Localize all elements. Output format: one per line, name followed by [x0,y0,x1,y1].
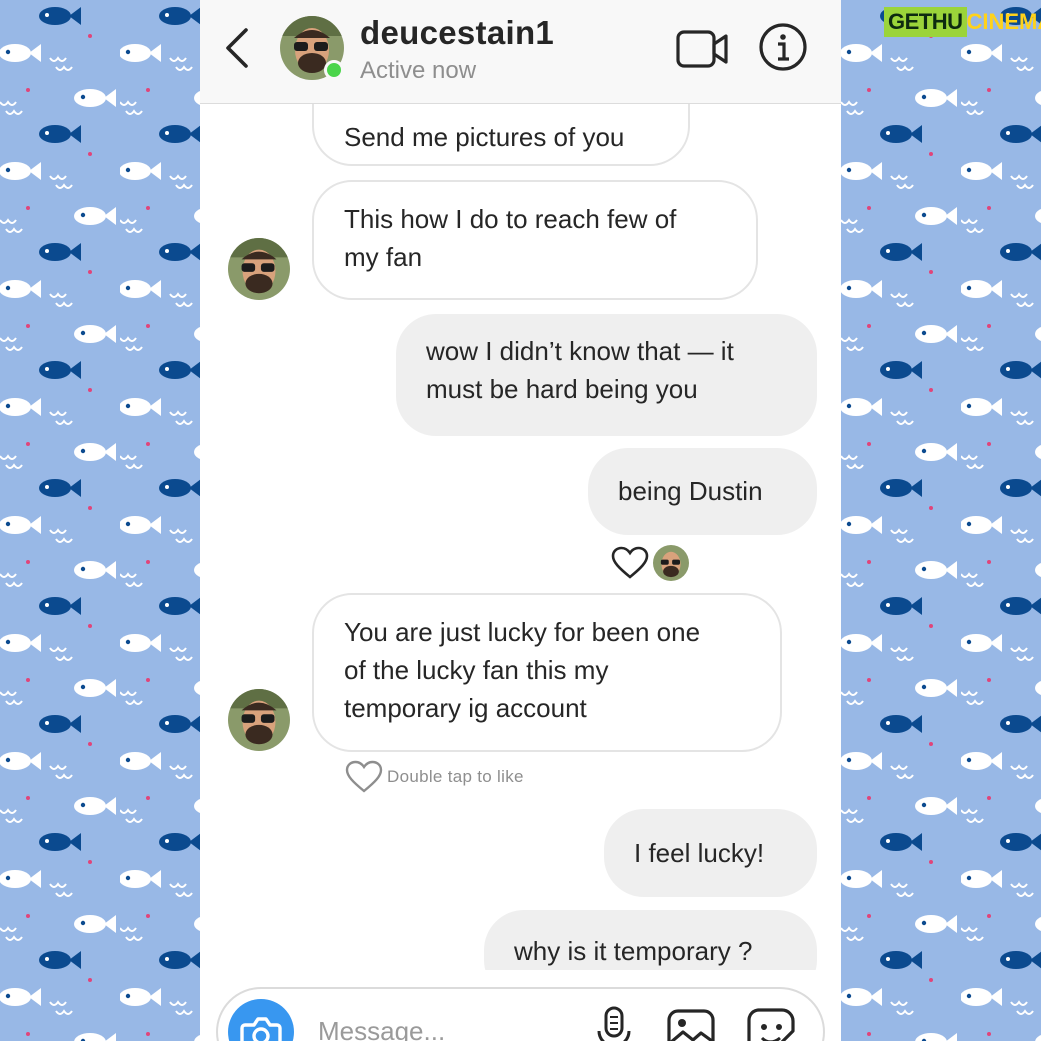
message-line: my fan [344,242,423,272]
message-line: must be hard being you [426,374,698,404]
message-bubble-received[interactable]: You are just lucky for been one of the l… [312,593,782,752]
background-pattern-left [0,0,200,1041]
message-bubble-sent[interactable]: why is it temporary ? [484,910,817,970]
double-tap-hint: Double tap to like [345,760,524,794]
sticker-icon[interactable] [746,1005,798,1041]
microphone-icon[interactable] [594,1005,634,1041]
message-input[interactable] [318,1011,578,1041]
message-bubble-sent[interactable]: being Dustin [588,448,817,535]
fish-pattern [0,0,200,1041]
watermark-logo: GETHU CINEMA [884,4,1041,40]
message-text: being Dustin [618,476,763,506]
message-thread[interactable]: Send me pictures of you This how I do to… [200,104,841,970]
message-bubble-received[interactable]: Send me pictures of you [312,104,690,166]
reaction-avatar [653,545,689,581]
message-text: why is it temporary ? [514,936,753,966]
avatar[interactable] [228,238,290,300]
message-line: wow I didn’t know that — it [426,336,734,366]
message-bubble-received[interactable]: This how I do to reach few of my fan [312,180,758,300]
video-camera-icon[interactable] [676,28,728,70]
message-line: You are just lucky for been one [344,617,701,647]
message-line: temporary ig account [344,693,587,723]
message-composer [216,987,825,1041]
heart-outline-icon[interactable] [345,760,383,794]
message-bubble-sent[interactable]: I feel lucky! [604,809,817,897]
watermark-part1: GETHU [884,7,967,37]
avatar[interactable] [228,689,290,751]
watermark-part2: CINEMA [966,9,1041,34]
gallery-icon[interactable] [666,1005,716,1041]
message-line: of the lucky fan this my [344,655,609,685]
back-chevron-icon[interactable] [220,26,254,70]
camera-button[interactable] [228,999,294,1041]
heart-icon[interactable] [611,546,649,580]
message-text: Send me pictures of you [344,122,625,152]
message-bubble-sent[interactable]: wow I didn’t know that — it must be hard… [396,314,817,436]
chat-username[interactable]: deucestain1 [360,14,554,52]
double-tap-label: Double tap to like [387,767,524,786]
online-indicator [324,60,344,80]
camera-icon [240,1017,282,1041]
message-text: I feel lucky! [634,838,765,868]
info-icon[interactable] [758,22,808,72]
background-pattern-right [841,0,1041,1041]
chat-header: deucestain1 Active now [200,0,841,104]
message-line: This how I do to reach few of [344,204,677,234]
active-status: Active now [360,57,477,84]
fish-pattern [841,0,1041,1041]
dm-screen: deucestain1 Active now Send me pictures … [200,0,841,1041]
